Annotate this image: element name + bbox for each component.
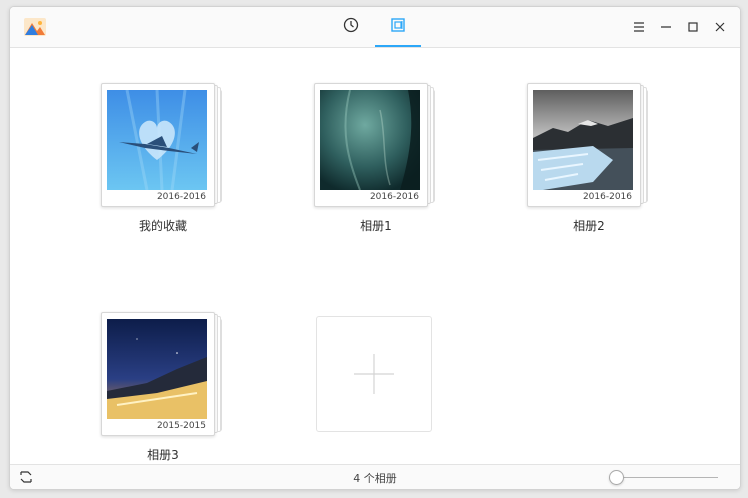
album-date: 2016-2016 [156, 192, 206, 202]
clock-icon [343, 17, 359, 37]
tab-albums[interactable] [375, 7, 421, 47]
album-cover: 2016-2016 [314, 83, 428, 207]
album-date: 2016-2016 [369, 192, 419, 202]
album-window: 2016-2016 我的收藏 2016-2016 相册1 2016-2016 相… [9, 6, 741, 490]
maximize-button[interactable] [683, 17, 703, 37]
zoom-slider-track[interactable] [618, 477, 718, 478]
album-view-icon [390, 17, 406, 37]
album-count: 4 个相册 [353, 472, 397, 485]
close-icon [714, 18, 726, 37]
album-item-1[interactable]: 2016-2016 相册1 [276, 83, 476, 273]
album-thumbnail [107, 90, 207, 190]
album-name: 我的收藏 [138, 219, 187, 233]
album-stack: 2015-2015 [101, 312, 225, 436]
album-stack: 2016-2016 [314, 83, 438, 207]
album-name: 相册1 [360, 219, 392, 233]
titlebar [10, 7, 740, 48]
close-button[interactable] [710, 17, 730, 37]
app-logo-icon [24, 18, 46, 36]
album-cover: 2015-2015 [101, 312, 215, 436]
add-album-button[interactable] [316, 316, 432, 432]
album-item-2[interactable]: 2016-2016 相册2 [489, 83, 689, 273]
status-bar: 4 个相册 [10, 464, 740, 489]
album-date: 2016-2016 [582, 192, 632, 202]
album-item-favorites[interactable]: 2016-2016 我的收藏 [63, 83, 263, 273]
minimize-button[interactable] [656, 17, 676, 37]
album-cover: 2016-2016 [527, 83, 641, 207]
album-date: 2015-2015 [156, 421, 206, 431]
album-grid: 2016-2016 我的收藏 2016-2016 相册1 2016-2016 相… [10, 48, 740, 464]
tab-timeline[interactable] [328, 7, 374, 47]
album-stack: 2016-2016 [101, 83, 225, 207]
menu-icon [633, 18, 645, 37]
minimize-icon [660, 18, 672, 37]
album-thumbnail [320, 90, 420, 190]
album-cover: 2016-2016 [101, 83, 215, 207]
album-thumbnail [107, 319, 207, 419]
zoom-slider-handle[interactable] [609, 470, 624, 485]
maximize-icon [687, 18, 699, 37]
album-name: 相册3 [147, 448, 179, 462]
album-stack: 2016-2016 [527, 83, 651, 207]
album-name: 相册2 [573, 219, 605, 233]
plus-icon [317, 354, 431, 435]
menu-button[interactable] [629, 17, 649, 37]
album-thumbnail [533, 90, 633, 190]
